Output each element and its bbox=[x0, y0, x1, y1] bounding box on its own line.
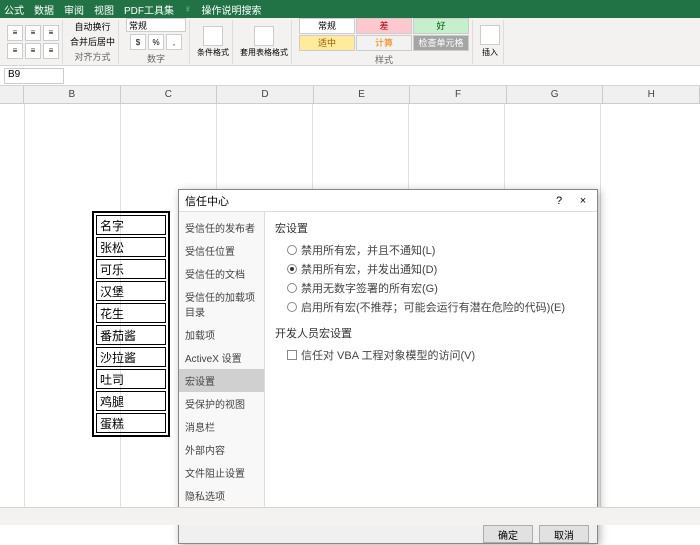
cell[interactable]: 名字 bbox=[96, 215, 166, 235]
group-label: 对齐方式 bbox=[75, 50, 111, 63]
formula-bar: B9 bbox=[0, 66, 700, 86]
indent-icon[interactable]: ≡ bbox=[7, 43, 23, 59]
nav-item[interactable]: 外部内容 bbox=[179, 438, 264, 461]
comma-icon[interactable]: , bbox=[166, 34, 182, 50]
nav-item[interactable]: 隐私选项 bbox=[179, 484, 264, 507]
nav-item[interactable]: 受信任的发布者 bbox=[179, 216, 264, 239]
col-header[interactable]: H bbox=[603, 86, 700, 103]
style-bad[interactable]: 差 bbox=[356, 18, 412, 34]
nav-item[interactable]: 文件阻止设置 bbox=[179, 461, 264, 484]
menu-item[interactable]: 视图 bbox=[94, 2, 114, 17]
table-format-label: 套用表格格式 bbox=[240, 47, 288, 58]
spreadsheet-grid[interactable]: 名字 张松 可乐 汉堡 花生 番茄酱 沙拉酱 吐司 鸡腿 蛋糕 信任中心 ? ×… bbox=[0, 104, 700, 523]
radio-label: 禁用所有宏，并且不通知(L) bbox=[301, 242, 435, 258]
menu-item[interactable]: PDF工具集 bbox=[124, 2, 174, 17]
nav-item[interactable]: 受信任的文档 bbox=[179, 262, 264, 285]
style-check[interactable]: 检查单元格 bbox=[413, 35, 469, 51]
number-format-select[interactable]: 常规 bbox=[126, 18, 186, 32]
menu-item[interactable]: 公式 bbox=[4, 2, 24, 17]
col-header[interactable]: D bbox=[217, 86, 314, 103]
menu-item[interactable]: 数据 bbox=[34, 2, 54, 17]
dialog-title: 信任中心 bbox=[185, 193, 229, 209]
nav-item[interactable]: 受信任位置 bbox=[179, 239, 264, 262]
indent-icon[interactable]: ≡ bbox=[43, 43, 59, 59]
group-label: 样式 bbox=[375, 53, 393, 66]
radio-option[interactable]: 启用所有宏(不推荐；可能会运行有潜在危险的代码)(E) bbox=[287, 299, 587, 315]
dialog-content: 宏设置 禁用所有宏，并且不通知(L) 禁用所有宏，并发出通知(D) 禁用无数字签… bbox=[265, 212, 597, 522]
cell[interactable]: 吐司 bbox=[96, 369, 166, 389]
column-headers: B C D E F G H bbox=[0, 86, 700, 104]
name-box[interactable]: B9 bbox=[4, 68, 64, 84]
cond-format-icon[interactable] bbox=[203, 26, 223, 46]
status-bar bbox=[0, 507, 700, 525]
nav-item[interactable]: 受信任的加载项目录 bbox=[179, 285, 264, 323]
cell[interactable]: 花生 bbox=[96, 303, 166, 323]
radio-label: 禁用所有宏，并发出通知(D) bbox=[301, 261, 437, 277]
align-right-icon[interactable]: ≡ bbox=[43, 25, 59, 41]
ok-button[interactable]: 确定 bbox=[483, 525, 533, 543]
percent-icon[interactable]: % bbox=[148, 34, 164, 50]
checkbox-option[interactable]: 信任对 VBA 工程对象模型的访问(V) bbox=[287, 347, 587, 363]
cell[interactable]: 张松 bbox=[96, 237, 166, 257]
help-icon[interactable]: ? bbox=[551, 195, 567, 207]
insert-label: 插入 bbox=[482, 47, 498, 58]
group-label: 数字 bbox=[147, 52, 165, 65]
section-heading: 宏设置 bbox=[275, 220, 587, 236]
cancel-button[interactable]: 取消 bbox=[539, 525, 589, 543]
nav-item[interactable]: ActiveX 设置 bbox=[179, 346, 264, 369]
radio-option[interactable]: 禁用无数字签署的所有宏(G) bbox=[287, 280, 587, 296]
close-icon[interactable]: × bbox=[575, 195, 591, 207]
radio-label: 禁用无数字签署的所有宏(G) bbox=[301, 280, 438, 296]
radio-label: 启用所有宏(不推荐；可能会运行有潜在危险的代码)(E) bbox=[301, 299, 565, 315]
style-good[interactable]: 好 bbox=[413, 18, 469, 34]
col-header[interactable]: E bbox=[314, 86, 411, 103]
wrap-text-button[interactable]: 自动换行 bbox=[75, 20, 111, 33]
cell[interactable]: 番茄酱 bbox=[96, 325, 166, 345]
dialog-nav: 受信任的发布者 受信任位置 受信任的文档 受信任的加载项目录 加载项 Activ… bbox=[179, 212, 265, 522]
cell[interactable]: 汉堡 bbox=[96, 281, 166, 301]
nav-item[interactable]: 消息栏 bbox=[179, 415, 264, 438]
data-table: 名字 张松 可乐 汉堡 花生 番茄酱 沙拉酱 吐司 鸡腿 蛋糕 bbox=[92, 211, 170, 437]
nav-item[interactable]: 受保护的视图 bbox=[179, 392, 264, 415]
radio-option[interactable]: 禁用所有宏，并且不通知(L) bbox=[287, 242, 587, 258]
menubar: 公式 数据 审阅 视图 PDF工具集 ♀ 操作说明搜索 bbox=[0, 0, 700, 18]
cell[interactable]: 沙拉酱 bbox=[96, 347, 166, 367]
col-header[interactable]: B bbox=[24, 86, 121, 103]
col-header[interactable]: G bbox=[507, 86, 604, 103]
align-center-icon[interactable]: ≡ bbox=[25, 25, 41, 41]
col-header[interactable]: F bbox=[410, 86, 507, 103]
indent-icon[interactable]: ≡ bbox=[25, 43, 41, 59]
align-left-icon[interactable]: ≡ bbox=[7, 25, 23, 41]
cell[interactable]: 可乐 bbox=[96, 259, 166, 279]
style-normal[interactable]: 常规 bbox=[299, 18, 355, 34]
radio-option[interactable]: 禁用所有宏，并发出通知(D) bbox=[287, 261, 587, 277]
menu-item[interactable]: 操作说明搜索 bbox=[202, 2, 262, 17]
ribbon: ≡ ≡ ≡ ≡ ≡ ≡ 自动换行 合并后居中 对齐方式 常规 $ % , 数字 … bbox=[0, 18, 700, 66]
merge-button[interactable]: 合并后居中 bbox=[70, 35, 115, 48]
checkbox-label: 信任对 VBA 工程对象模型的访问(V) bbox=[301, 347, 475, 363]
currency-icon[interactable]: $ bbox=[130, 34, 146, 50]
cell[interactable]: 鸡腿 bbox=[96, 391, 166, 411]
col-header[interactable]: C bbox=[121, 86, 218, 103]
dialog-titlebar: 信任中心 ? × bbox=[179, 190, 597, 212]
section-heading: 开发人员宏设置 bbox=[275, 325, 587, 341]
nav-item[interactable]: 加载项 bbox=[179, 323, 264, 346]
style-neutral[interactable]: 适中 bbox=[299, 35, 355, 51]
nav-item-selected[interactable]: 宏设置 bbox=[179, 369, 264, 392]
cell[interactable]: 蛋糕 bbox=[96, 413, 166, 433]
trust-center-dialog: 信任中心 ? × 受信任的发布者 受信任位置 受信任的文档 受信任的加载项目录 … bbox=[178, 189, 598, 544]
menu-item[interactable]: 审阅 bbox=[64, 2, 84, 17]
style-calc[interactable]: 计算 bbox=[356, 35, 412, 51]
table-format-icon[interactable] bbox=[254, 26, 274, 46]
insert-icon[interactable] bbox=[480, 25, 500, 45]
cond-format-label: 条件格式 bbox=[197, 47, 229, 58]
